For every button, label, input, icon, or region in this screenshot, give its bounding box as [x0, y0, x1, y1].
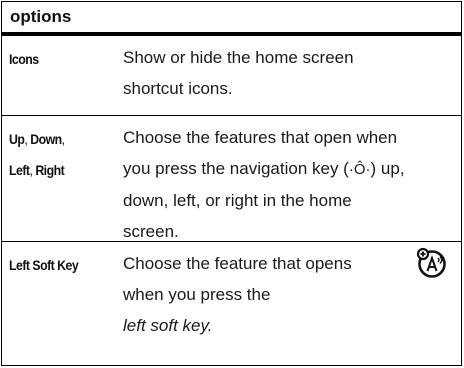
voice-name-icon [416, 247, 446, 278]
description-text: you press the navigation key ( [123, 159, 349, 178]
label-down: Down [30, 131, 62, 147]
navigation-key-icon: ·Ô· [348, 161, 371, 178]
description-line: when you press the [123, 285, 271, 304]
option-description: Choose the features that open when you p… [123, 116, 461, 241]
description-line: left soft key. [123, 310, 453, 341]
description-line: shortcut icons. [123, 79, 233, 98]
options-table: options Icons Show or hide the home scre… [1, 1, 462, 366]
description-line: Show or hide the home screen [123, 48, 354, 67]
description-line: you press the navigation key (·Ô·) up, [123, 153, 453, 185]
table-header: options [2, 2, 461, 36]
table-row: Icons Show or hide the home screen short… [2, 36, 461, 116]
description-line: Choose the feature that opens [123, 254, 352, 273]
description-line: Choose the features that open when [123, 128, 398, 147]
table-row: Up, Down, Left, Right Choose the feature… [2, 116, 461, 242]
option-label-left-soft-key: Left Soft Key [9, 257, 79, 273]
option-label-icons: Icons [9, 51, 39, 67]
option-description: Choose the feature that opens when you p… [123, 242, 461, 367]
option-label-directions: Up, Down, Left, Right [2, 116, 108, 241]
description-text: ) up, [370, 159, 405, 178]
option-description: Show or hide the home screen shortcut ic… [123, 36, 461, 115]
label-right: Right [35, 162, 65, 178]
label-separator: , [61, 131, 65, 147]
table-row: Left Soft Key Choose the feature that op… [2, 242, 461, 367]
soft-key-name: left soft key. [123, 316, 213, 335]
description-line: down, left, or right in the home [123, 191, 352, 210]
label-up: Up [9, 131, 25, 147]
label-left: Left [9, 162, 30, 178]
